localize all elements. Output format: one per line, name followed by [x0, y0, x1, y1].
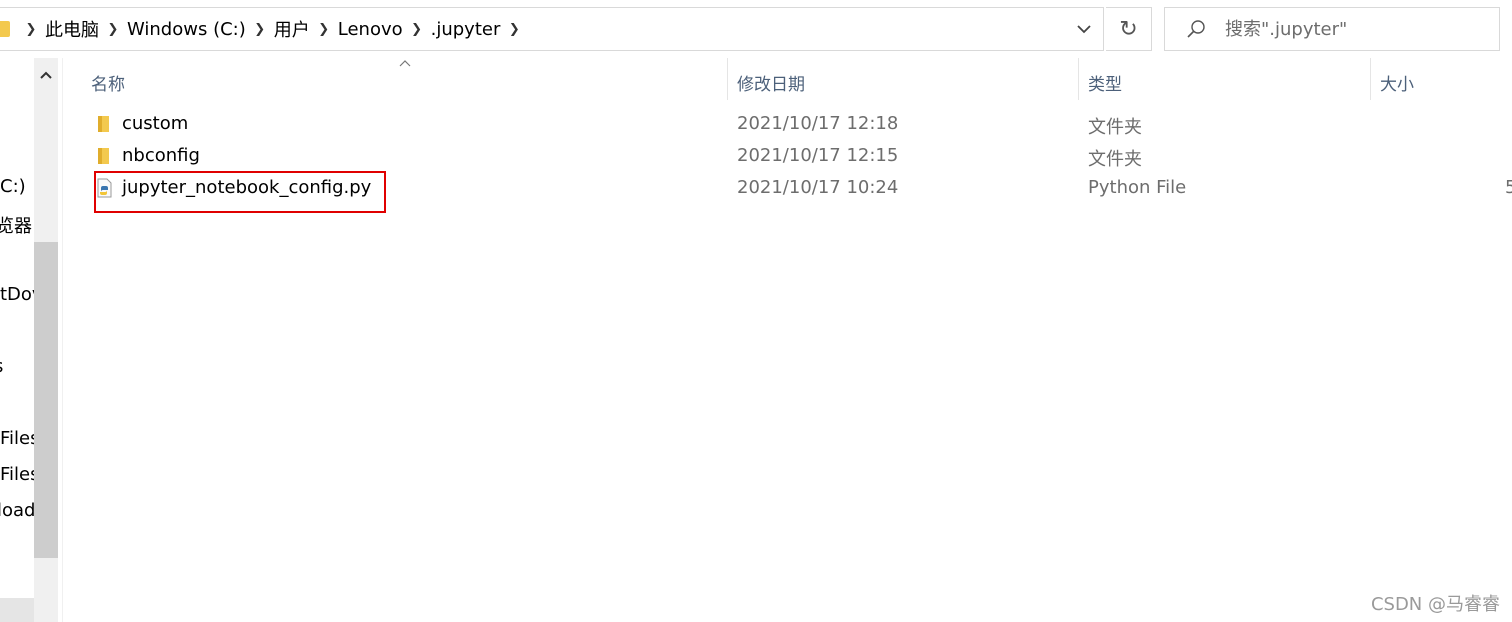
breadcrumb-lenovo[interactable]: Lenovo [335, 19, 406, 40]
navigation-pane: C:) 览器 tDov s Files Files load [0, 58, 62, 622]
folder-icon [98, 116, 109, 132]
breadcrumb-jupyter[interactable]: .jupyter [428, 19, 504, 40]
chevron-right-icon[interactable]: ❯ [20, 22, 42, 37]
search-icon [1187, 20, 1205, 38]
file-date: 2021/10/17 12:15 [737, 145, 899, 166]
chevron-right-icon[interactable]: ❯ [313, 22, 335, 37]
file-row[interactable]: custom 2021/10/17 12:18 文件夹 [63, 108, 1512, 140]
nav-item-label: 览器 [0, 216, 32, 237]
breadcrumb-this-pc[interactable]: 此电脑 [42, 16, 102, 42]
chevron-up-icon [40, 71, 52, 79]
nav-scrollbar-thumb[interactable] [34, 242, 58, 558]
file-date: 2021/10/17 12:18 [737, 113, 899, 134]
column-divider[interactable] [1078, 58, 1079, 100]
chevron-down-icon[interactable] [1073, 18, 1095, 40]
file-name: nbconfig [122, 145, 200, 166]
chevron-right-icon[interactable]: ❯ [249, 22, 271, 37]
nav-item-drive[interactable]: C:) [0, 176, 26, 197]
refresh-icon: ↻ [1119, 16, 1138, 42]
chevron-right-icon[interactable]: ❯ [406, 22, 428, 37]
folder-icon [98, 148, 109, 164]
address-bar[interactable]: ❯ 此电脑 ❯ Windows (C:) ❯ 用户 ❯ Lenovo ❯ .ju… [0, 7, 1104, 51]
chevron-right-icon[interactable]: ❯ [102, 22, 124, 37]
chevron-right-icon[interactable]: ❯ [503, 22, 525, 37]
nav-item-label: s [0, 356, 3, 377]
column-header-name[interactable]: 名称 [91, 70, 125, 95]
nav-item-label: load [0, 500, 36, 521]
column-header-date[interactable]: 修改日期 [737, 70, 805, 95]
nav-item-s[interactable]: s [0, 356, 3, 377]
file-name: custom [122, 113, 189, 134]
file-date: 2021/10/17 10:24 [737, 177, 899, 198]
file-size: 5 [1505, 177, 1512, 198]
search-input[interactable] [1225, 18, 1485, 40]
sort-ascending-icon [399, 60, 411, 67]
breadcrumb-drive-c[interactable]: Windows (C:) [124, 19, 249, 40]
column-header-type[interactable]: 类型 [1088, 70, 1122, 95]
file-row[interactable]: nbconfig 2021/10/17 12:15 文件夹 [63, 140, 1512, 172]
nav-selected-item[interactable] [0, 598, 34, 622]
column-divider[interactable] [1370, 58, 1371, 100]
nav-item-download[interactable]: load [0, 500, 35, 521]
refresh-button[interactable]: ↻ [1106, 7, 1152, 51]
highlight-annotation [94, 171, 386, 213]
scroll-up-button[interactable] [34, 58, 58, 92]
breadcrumb: ❯ 此电脑 ❯ Windows (C:) ❯ 用户 ❯ Lenovo ❯ .ju… [0, 8, 525, 50]
folder-icon [0, 21, 10, 37]
breadcrumb-users[interactable]: 用户 [271, 16, 313, 42]
nav-item-browser[interactable]: 览器 [0, 212, 32, 238]
nav-item-label: C:) [0, 176, 26, 197]
file-type: 文件夹 [1088, 149, 1142, 170]
column-headers: 名称 修改日期 类型 大小 [63, 58, 1512, 102]
column-header-size[interactable]: 大小 [1380, 70, 1414, 95]
search-box[interactable] [1164, 7, 1500, 51]
watermark: CSDN @马睿睿 [1370, 594, 1500, 615]
file-type: Python File [1088, 177, 1187, 198]
column-divider[interactable] [727, 58, 728, 100]
file-type: 文件夹 [1088, 117, 1142, 138]
